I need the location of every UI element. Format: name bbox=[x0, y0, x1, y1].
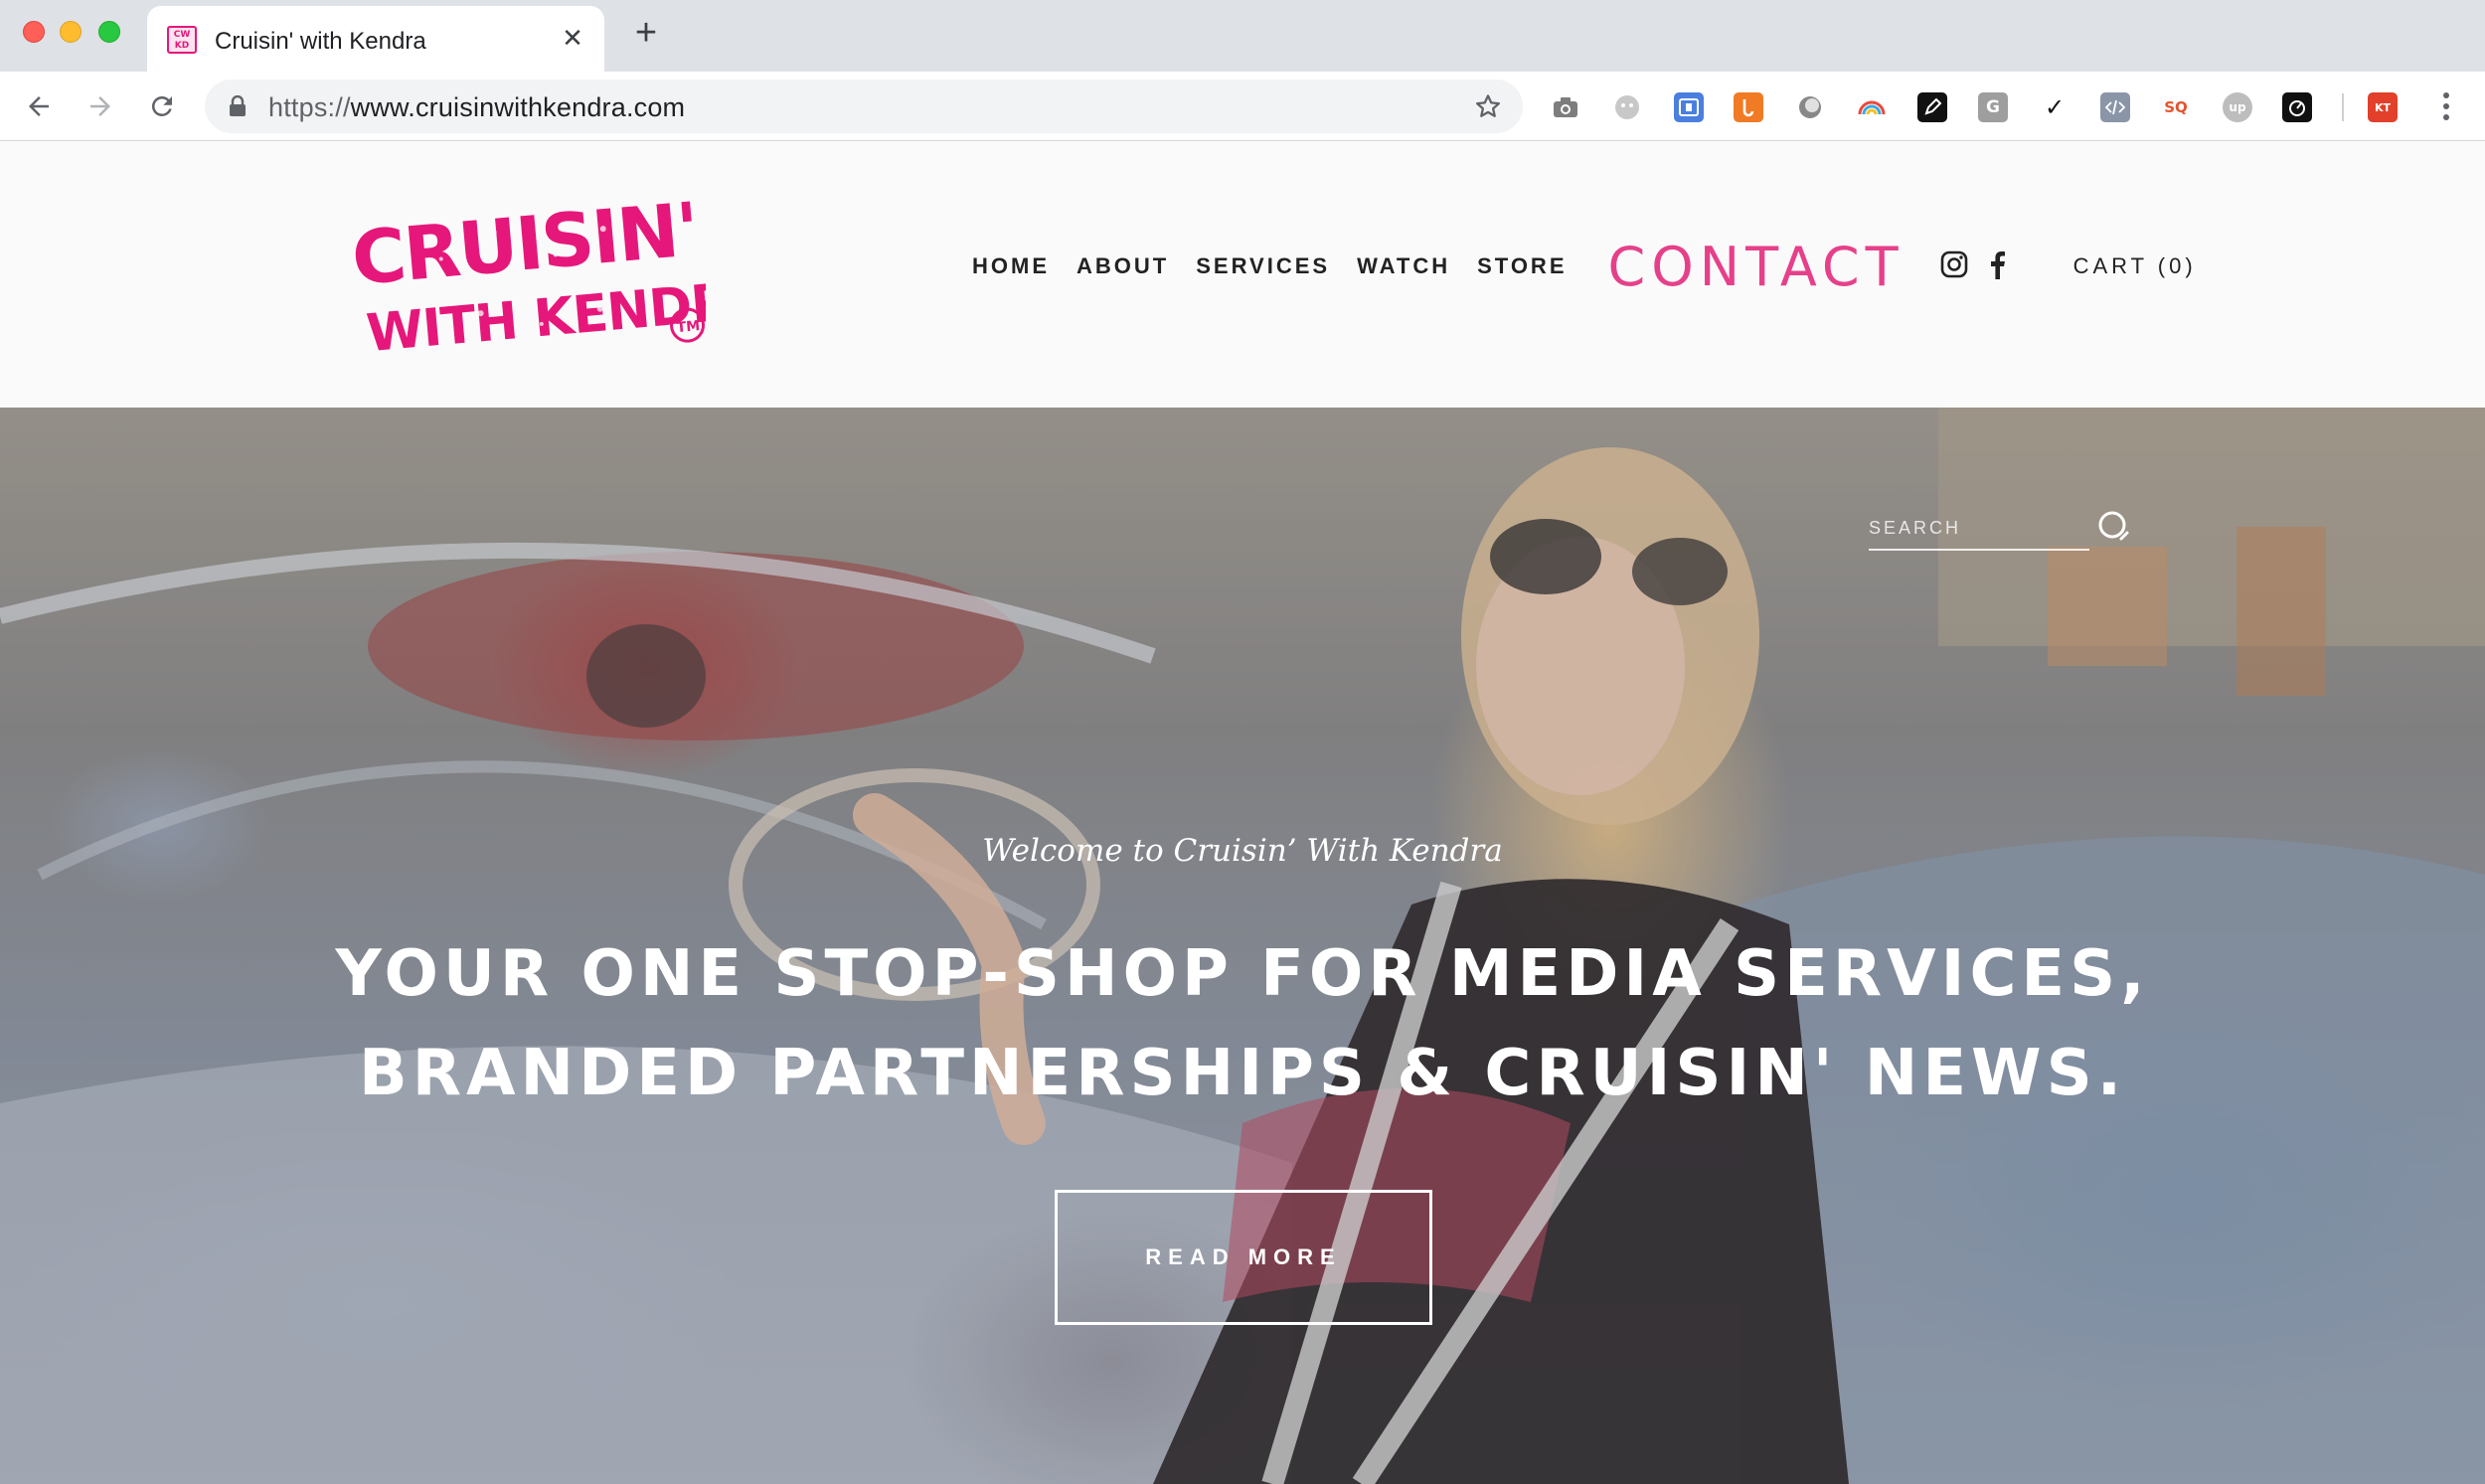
circle-icon[interactable] bbox=[1795, 92, 1825, 122]
grammarly-icon[interactable]: G bbox=[1978, 92, 2008, 122]
browser-tab-bar: CW KD Cruisin' with Kendra ✕ + bbox=[0, 0, 2485, 72]
reload-icon[interactable] bbox=[143, 87, 181, 125]
window-zoom-button[interactable] bbox=[98, 21, 120, 43]
hubspot-icon[interactable] bbox=[1734, 92, 1763, 122]
search-icon[interactable] bbox=[2095, 509, 2133, 552]
tab-favicon-icon: CW KD bbox=[167, 26, 197, 54]
hero-kicker: Welcome to Cruisin’ With Kendra bbox=[982, 833, 1503, 869]
instagram-icon[interactable] bbox=[1940, 250, 1968, 283]
window-minimize-button[interactable] bbox=[60, 21, 82, 43]
read-more-button[interactable]: READ MORE bbox=[1055, 1190, 1432, 1325]
tab-close-icon[interactable]: ✕ bbox=[557, 22, 588, 54]
nav-services[interactable]: SERVICES bbox=[1196, 253, 1330, 279]
search-box bbox=[1869, 507, 2129, 553]
window-close-button[interactable] bbox=[23, 21, 45, 43]
site-header: CRUISIN' WITH KENDRA TM HOME ABOUT SERVI… bbox=[0, 142, 2485, 408]
facebook-icon[interactable] bbox=[1988, 249, 2006, 284]
new-tab-button[interactable]: + bbox=[628, 14, 664, 52]
translate-icon[interactable] bbox=[1674, 92, 1704, 122]
camera-icon[interactable] bbox=[1551, 92, 1580, 122]
site-logo[interactable]: CRUISIN' WITH KENDRA TM bbox=[348, 170, 772, 369]
face-icon[interactable] bbox=[1612, 92, 1642, 122]
timer-icon[interactable] bbox=[2282, 92, 2312, 122]
bookmark-star-icon[interactable] bbox=[1473, 91, 1503, 126]
url-text: https://www.cruisinwithkendra.com bbox=[268, 92, 686, 122]
social-links bbox=[1940, 249, 2026, 284]
browser-tab[interactable]: CW KD Cruisin' with Kendra ✕ bbox=[147, 6, 604, 72]
nav-about[interactable]: ABOUT bbox=[1077, 253, 1169, 279]
hero-headline-line-1: YOUR ONE STOP-SHOP FOR MEDIA SERVICES, bbox=[335, 937, 2150, 1011]
upwork-icon[interactable]: up bbox=[2223, 92, 2252, 122]
browser-menu-icon[interactable] bbox=[2431, 89, 2461, 125]
nav-contact[interactable]: CONTACT bbox=[1608, 236, 1905, 298]
logo-tm: TM bbox=[676, 318, 701, 336]
pen-icon[interactable] bbox=[1917, 92, 1947, 122]
nav-home[interactable]: HOME bbox=[972, 253, 1050, 279]
back-icon[interactable] bbox=[20, 87, 58, 125]
main-nav: HOME ABOUT SERVICES WATCH STORE CONTACT … bbox=[972, 236, 2197, 298]
hero-headline-line-2: BRANDED PARTNERSHIPS & CRUISIN' NEWS. bbox=[358, 1037, 2127, 1110]
cart-link[interactable]: CART (0) bbox=[2073, 253, 2197, 279]
address-bar[interactable]: https://www.cruisinwithkendra.com bbox=[205, 80, 1523, 133]
fox-icon[interactable]: KT bbox=[2368, 92, 2398, 122]
lock-icon[interactable] bbox=[229, 94, 247, 122]
tab-title: Cruisin' with Kendra bbox=[215, 28, 426, 55]
browser-toolbar: https://www.cruisinwithkendra.com G ✓ SQ… bbox=[0, 72, 2485, 141]
search-input[interactable] bbox=[1869, 507, 2089, 551]
nav-watch[interactable]: WATCH bbox=[1357, 253, 1450, 279]
seo-icon[interactable]: SQ bbox=[2161, 92, 2191, 122]
hero-banner: Welcome to Cruisin’ With Kendra YOUR ONE… bbox=[0, 408, 2485, 1484]
forward-icon[interactable] bbox=[82, 87, 119, 125]
rainbow-icon[interactable] bbox=[1857, 92, 1887, 122]
code-icon[interactable] bbox=[2100, 92, 2130, 122]
nav-store[interactable]: STORE bbox=[1477, 253, 1567, 279]
hero-headline: YOUR ONE STOP-SHOP FOR MEDIA SERVICES, B… bbox=[248, 924, 2236, 1123]
check-icon[interactable]: ✓ bbox=[2040, 92, 2070, 122]
toolbar-divider bbox=[2342, 93, 2344, 121]
